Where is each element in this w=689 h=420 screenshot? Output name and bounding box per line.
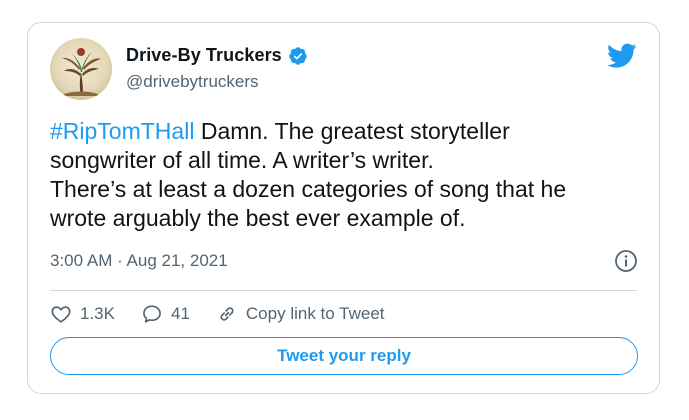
like-count: 1.3K <box>80 304 115 323</box>
tweet-line-3: There’s at least a dozen categories of s… <box>50 176 567 202</box>
reply-button[interactable]: 41 <box>141 303 190 325</box>
tweet-meta-row: 3:00 AM · Aug 21, 2021 <box>50 249 638 273</box>
info-icon[interactable] <box>614 249 638 273</box>
copy-link-button[interactable]: Copy link to Tweet <box>216 303 385 325</box>
link-icon <box>220 307 234 321</box>
tweet-card[interactable]: Drive-By Truckers @drivebytruckers #RipT… <box>27 22 660 394</box>
verified-badge-icon <box>288 46 308 66</box>
tweet-line-2: songwriter of all time. A writer’s write… <box>50 147 434 173</box>
tweet-line-1-text: Damn. The greatest storyteller <box>194 118 510 144</box>
heart-icon <box>51 306 71 323</box>
avatar-image <box>50 38 112 100</box>
twitter-bird-icon[interactable] <box>607 43 637 69</box>
author-name-row[interactable]: Drive-By Truckers <box>126 45 308 66</box>
copy-link-label: Copy link to Tweet <box>245 304 385 323</box>
hashtag-link[interactable]: #RipTomTHall <box>50 118 194 144</box>
tweet-reply-button[interactable]: Tweet your reply <box>50 337 638 375</box>
avatar[interactable] <box>50 38 112 100</box>
reply-count: 41 <box>170 304 190 323</box>
reply-bubble-icon <box>143 305 161 323</box>
tweet-actions: 1.3K 41 Copy link to Tweet <box>50 300 411 328</box>
tweet-line-1: #RipTomTHall Damn. The greatest storytel… <box>50 117 640 146</box>
author-handle[interactable]: @drivebytruckers <box>126 72 259 92</box>
tweet-text: #RipTomTHall Damn. The greatest storytel… <box>50 117 640 233</box>
like-button[interactable]: 1.3K <box>50 303 115 325</box>
author-display-name[interactable]: Drive-By Truckers <box>126 45 282 66</box>
tweet-timestamp[interactable]: 3:00 AM · Aug 21, 2021 <box>50 251 228 271</box>
divider <box>50 290 637 291</box>
tweet-line-4: wrote arguably the best ever example of. <box>50 205 466 231</box>
